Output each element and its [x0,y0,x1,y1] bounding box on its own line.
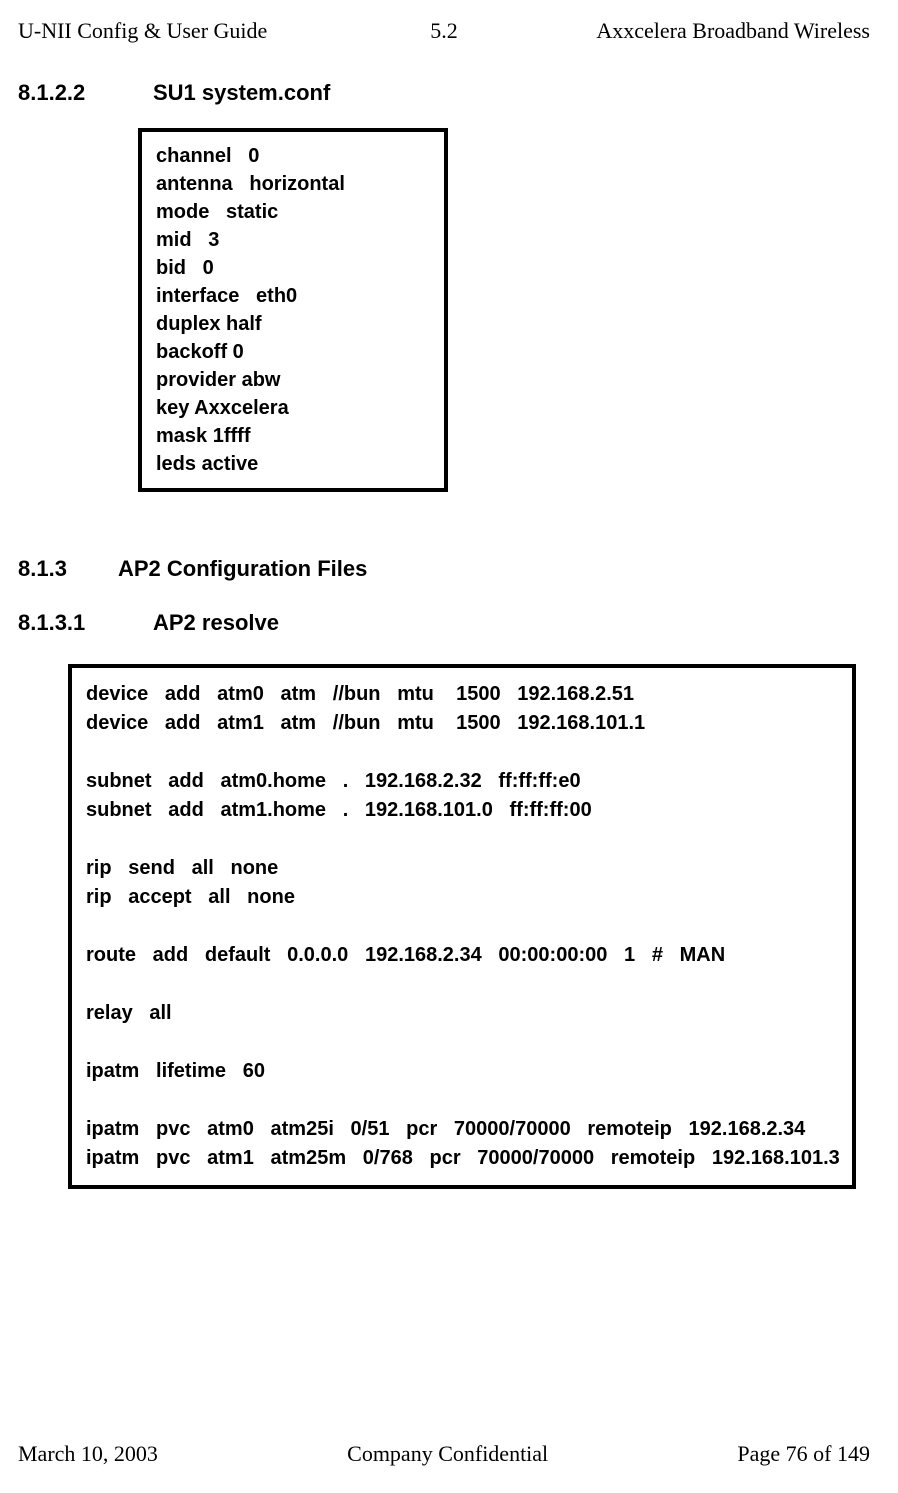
config-box-ap2-resolve: device add atm0 atm //bun mtu 1500 192.1… [68,664,856,1189]
header-right: Axxcelera Broadband Wireless [498,18,870,44]
heading-number: 8.1.3 [18,556,118,582]
heading-title: SU1 system.conf [153,80,330,106]
heading-ap2-config-files: 8.1.3 AP2 Configuration Files [18,556,870,582]
heading-su1-system-conf: 8.1.2.2 SU1 system.conf [18,80,870,106]
config-box-su1: channel 0 antenna horizontal mode static… [138,128,448,492]
heading-ap2-resolve: 8.1.3.1 AP2 resolve [18,610,870,636]
heading-title: AP2 resolve [153,610,279,636]
heading-number: 8.1.3.1 [18,610,153,636]
page-header: U-NII Config & User Guide 5.2 Axxcelera … [18,18,870,44]
page-footer: March 10, 2003 Company Confidential Page… [18,1441,870,1467]
header-version: 5.2 [390,18,498,44]
footer-date: March 10, 2003 [18,1441,158,1467]
heading-number: 8.1.2.2 [18,80,153,106]
header-left: U-NII Config & User Guide [18,18,390,44]
heading-title: AP2 Configuration Files [118,556,367,582]
footer-confidential: Company Confidential [347,1441,548,1467]
footer-page-number: Page 76 of 149 [737,1441,870,1467]
